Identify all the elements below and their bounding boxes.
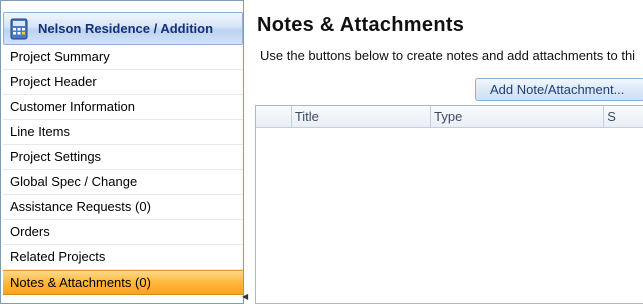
project-title: Nelson Residence / Addition [38,21,214,36]
column-header-title[interactable]: Title [292,106,432,128]
grid-header: Title Type S [256,106,643,128]
column-header-truncated[interactable]: S [604,106,643,128]
sidebar-item-line-items[interactable]: Line Items [3,120,243,145]
sidebar-item-project-summary[interactable]: Project Summary [3,45,243,70]
instructions-text: Use the buttons below to create notes an… [260,48,636,63]
sidebar-menu: Project Summary Project Header Customer … [3,45,243,295]
row-selector-column-header[interactable] [256,106,292,128]
sidebar-item-project-header[interactable]: Project Header [3,70,243,95]
project-navigation-sidebar: Nelson Residence / Addition Project Summ… [0,0,244,304]
sidebar-header[interactable]: Nelson Residence / Addition [3,12,243,45]
sidebar-item-orders[interactable]: Orders [3,220,243,245]
sidebar-item-global-spec-change[interactable]: Global Spec / Change [3,170,243,195]
column-header-type[interactable]: Type [431,106,605,128]
sidebar-item-related-projects[interactable]: Related Projects [3,245,243,270]
sidebar-item-notes-attachments[interactable]: Notes & Attachments (0) [3,270,243,295]
page-title: Notes & Attachments [257,14,465,36]
main-content: Notes & Attachments Use the buttons belo… [246,0,643,304]
sidebar-item-project-settings[interactable]: Project Settings [3,145,243,170]
sidebar-item-customer-information[interactable]: Customer Information [3,95,243,120]
calculator-icon [10,18,28,39]
attachments-grid: Title Type S [255,105,643,304]
add-note-attachment-button[interactable]: Add Note/Attachment... [475,78,643,101]
sidebar-item-assistance-requests[interactable]: Assistance Requests (0) [3,195,243,220]
